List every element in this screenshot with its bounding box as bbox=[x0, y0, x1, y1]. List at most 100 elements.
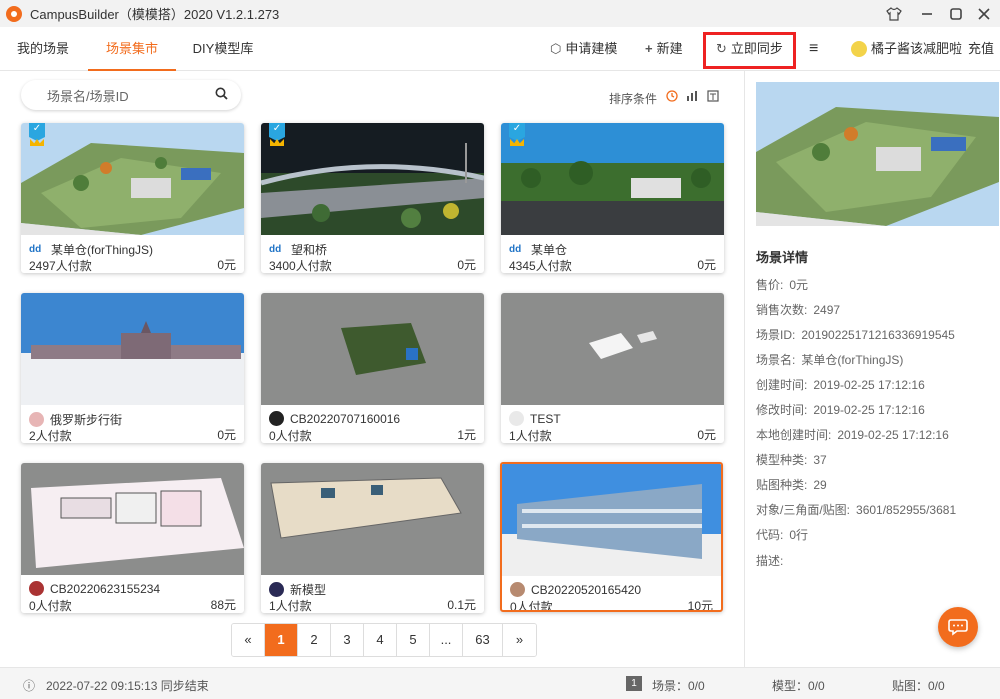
tab-diy-models[interactable]: DIY模型库 bbox=[188, 27, 258, 71]
scene-name-text: CB20220520165420 bbox=[531, 582, 642, 597]
chat-support-button[interactable] bbox=[938, 607, 978, 647]
scene-name-text: 某单仓 bbox=[531, 243, 568, 257]
scene-thumbnail bbox=[21, 463, 244, 575]
page-button[interactable]: 2 bbox=[298, 624, 331, 656]
texture-count: 贴图：0/0 bbox=[892, 679, 945, 693]
cube-icon: ⬡ bbox=[550, 41, 562, 56]
publisher-avatar bbox=[269, 582, 284, 597]
close-icon[interactable] bbox=[968, 0, 1000, 27]
recharge-link[interactable]: 充值 bbox=[968, 27, 994, 71]
sort-by-time-icon[interactable] bbox=[665, 90, 679, 104]
menu-icon[interactable]: ≡ bbox=[809, 27, 818, 71]
window-title: CampusBuilder（模模搭）2020 V1.2.1.273 bbox=[30, 7, 280, 22]
page-button[interactable]: 63 bbox=[463, 624, 503, 656]
scene-name-text: CB20220623155234 bbox=[50, 581, 161, 596]
tab-my-scenes[interactable]: 我的场景 bbox=[8, 27, 78, 71]
detail-value: 0行 bbox=[789, 528, 809, 542]
model-count: 模型：0/0 bbox=[772, 679, 825, 693]
detail-heading: 场景详情 bbox=[756, 250, 809, 265]
minimize-icon[interactable] bbox=[911, 0, 943, 27]
detail-label: 创建时间: bbox=[756, 378, 808, 392]
scene-card[interactable]: ✓ dd 某单仓 4345人付款 0元 bbox=[501, 123, 724, 273]
scene-name: 俄罗斯步行街 bbox=[29, 411, 122, 428]
scene-card[interactable]: 新模型 1人付款 0.1元 bbox=[261, 463, 484, 613]
detail-row: 本地创建时间: 2019-02-25 17:12:16 bbox=[756, 426, 949, 443]
buyer-count: 2人付款 bbox=[29, 429, 72, 443]
pagination: « 1 2 3 4 5 ... 63 » bbox=[231, 623, 537, 657]
detail-label: 模型种类: bbox=[756, 453, 808, 467]
detail-row: 描述: bbox=[756, 552, 789, 569]
buyer-count: 4345人付款 bbox=[509, 259, 572, 273]
search-icon[interactable] bbox=[215, 87, 228, 103]
scene-name-text: 新模型 bbox=[290, 583, 327, 597]
scene-thumbnail bbox=[501, 293, 724, 405]
detail-label: 场景ID: bbox=[756, 328, 796, 342]
scene-name: dd 望和桥 bbox=[269, 241, 327, 258]
page-button[interactable]: 4 bbox=[364, 624, 397, 656]
detail-row: 模型种类: 37 bbox=[756, 451, 827, 468]
detail-row: 修改时间: 2019-02-25 17:12:16 bbox=[756, 401, 925, 418]
scene-name-text: 某单仓(forThingJS) bbox=[51, 243, 154, 257]
scene-name: CB20220623155234 bbox=[29, 581, 160, 596]
page-button[interactable]: 3 bbox=[331, 624, 364, 656]
tab-scene-market[interactable]: 场景集市 bbox=[88, 27, 176, 71]
buyer-count: 3400人付款 bbox=[269, 259, 332, 273]
detail-label: 描述: bbox=[756, 554, 784, 568]
new-label: 新建 bbox=[656, 41, 683, 56]
scene-price: 0.1元 bbox=[447, 598, 476, 612]
search-input[interactable]: 场景名/场景ID bbox=[47, 86, 129, 105]
page-button[interactable]: 1 bbox=[265, 624, 298, 656]
apply-modeling-button[interactable]: ⬡ 申请建模 bbox=[550, 27, 617, 71]
scene-card-selected[interactable]: CB20220520165420 0人付款 10元 bbox=[500, 462, 723, 612]
scene-card[interactable]: CB20220707160016 0人付款 1元 bbox=[261, 293, 484, 443]
detail-row: 创建时间: 2019-02-25 17:12:16 bbox=[756, 376, 925, 393]
detail-value: 29 bbox=[813, 478, 827, 492]
status-bar: ⓘ 2022-07-22 09:15:13 同步结束 1 场景：0/0 模型：0… bbox=[0, 667, 1000, 699]
publisher-logo-icon: dd bbox=[29, 244, 42, 255]
scene-name: dd 某单仓(forThingJS) bbox=[29, 241, 153, 258]
detail-row: 对象/三角面/贴图: 3601/852955/3681 bbox=[756, 501, 956, 518]
scene-card[interactable]: ✓ dd 某单仓(forThingJS) 2497人付款 0元 bbox=[21, 123, 244, 273]
detail-label: 代码: bbox=[756, 528, 784, 542]
search-box[interactable]: 场景名/场景ID bbox=[21, 80, 241, 110]
sort-by-sales-icon[interactable] bbox=[685, 90, 699, 104]
scene-thumbnail bbox=[502, 464, 721, 576]
publisher-avatar bbox=[29, 412, 44, 427]
detail-value: 2019-02-25 17:12:16 bbox=[813, 403, 925, 417]
user-avatar bbox=[851, 41, 867, 57]
prev-page-button[interactable]: « bbox=[232, 624, 265, 656]
apply-modeling-label: 申请建模 bbox=[565, 41, 618, 56]
detail-row: 代码: 0行 bbox=[756, 526, 808, 543]
skin-shirt-icon[interactable] bbox=[878, 0, 910, 27]
detail-label: 对象/三角面/贴图: bbox=[756, 503, 851, 517]
scene-name-text: 俄罗斯步行街 bbox=[50, 413, 123, 427]
detail-row: 销售次数: 2497 bbox=[756, 301, 840, 318]
scene-name-text: 望和桥 bbox=[291, 243, 328, 257]
detail-row: 贴图种类: 29 bbox=[756, 476, 827, 493]
page-button[interactable]: 5 bbox=[397, 624, 430, 656]
scene-card[interactable]: ✓ dd 望和桥 3400人付款 0元 bbox=[261, 123, 484, 273]
user-menu[interactable]: 橘子酱该减肥啦 bbox=[851, 27, 962, 71]
scene-card[interactable]: CB20220623155234 0人付款 88元 bbox=[21, 463, 244, 613]
sort-by-price-icon[interactable] bbox=[706, 90, 720, 104]
publisher-avatar bbox=[510, 582, 525, 597]
scene-name-text: CB20220707160016 bbox=[290, 411, 401, 426]
plus-icon: + bbox=[645, 41, 653, 56]
publisher-avatar bbox=[29, 581, 44, 596]
count-badge: 1 bbox=[626, 676, 642, 691]
new-button[interactable]: + 新建 bbox=[645, 27, 683, 71]
detail-row: 场景名: 某单仓(forThingJS) bbox=[756, 351, 903, 368]
scene-thumbnail bbox=[261, 463, 484, 575]
scene-name: dd 某单仓 bbox=[509, 241, 567, 258]
detail-label: 场景名: bbox=[756, 353, 796, 367]
page-ellipsis[interactable]: ... bbox=[430, 624, 463, 656]
detail-value: 2497 bbox=[813, 303, 841, 317]
sync-highlight-box bbox=[703, 32, 796, 69]
scene-card[interactable]: TEST 1人付款 0元 bbox=[501, 293, 724, 443]
detail-label: 修改时间: bbox=[756, 403, 808, 417]
scene-card[interactable]: 俄罗斯步行街 2人付款 0元 bbox=[21, 293, 244, 443]
buyer-count: 1人付款 bbox=[269, 599, 312, 613]
next-page-button[interactable]: » bbox=[503, 624, 536, 656]
sync-status: 2022-07-22 09:15:13 同步结束 bbox=[46, 679, 209, 693]
scene-name: 新模型 bbox=[269, 581, 326, 598]
